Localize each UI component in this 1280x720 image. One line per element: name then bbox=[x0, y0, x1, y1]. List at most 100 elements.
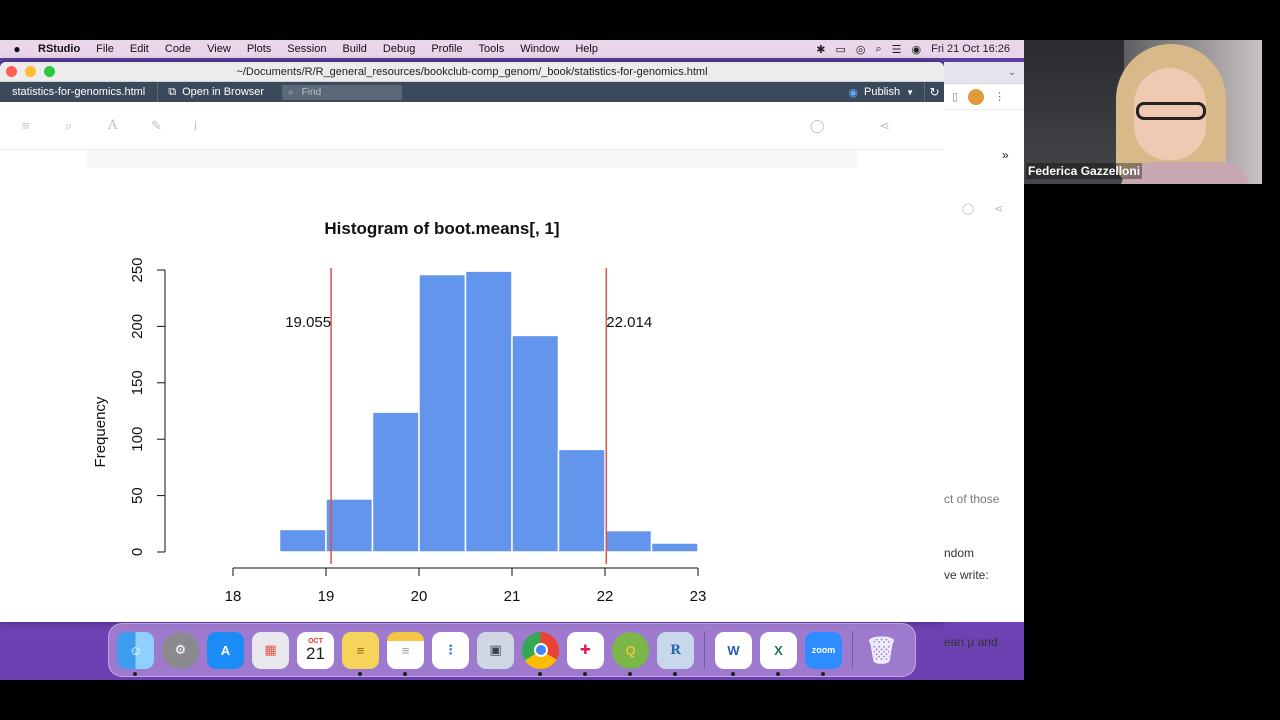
apple-icon[interactable]: ● bbox=[0, 42, 34, 56]
launchpad-icon[interactable]: ▦ bbox=[252, 631, 289, 669]
github-icon[interactable]: ◯ bbox=[810, 118, 853, 134]
viewer-toolbar: statistics-for-genomics.html ⧉ Open in B… bbox=[0, 82, 944, 102]
edit-icon[interactable]: ✎ bbox=[151, 118, 194, 134]
share-icon[interactable]: ⋖ bbox=[879, 118, 922, 134]
search-icon: ⌕ bbox=[288, 86, 294, 98]
zoom-label: zoom bbox=[811, 645, 836, 655]
menu-datetime[interactable]: Fri 21 Oct 16:26 bbox=[931, 43, 1010, 55]
percentile-label: 22.014 bbox=[606, 314, 652, 331]
slack-icon[interactable]: ✚ bbox=[567, 631, 604, 676]
menu-bar-tray: ✱ ▭ ◎ ⌕ ☰ ◉ Fri 21 Oct 16:26 bbox=[816, 43, 1024, 56]
toc-menu-icon[interactable]: ≡ bbox=[22, 118, 65, 133]
reminders-icon[interactable]: ⋮ bbox=[432, 631, 469, 669]
screen: ● RStudio File Edit Code View Plots Sess… bbox=[0, 0, 1280, 720]
avatar[interactable] bbox=[968, 88, 985, 105]
chart-title: Histogram of boot.means[, 1] bbox=[324, 219, 559, 238]
y-axis-label: Frequency bbox=[92, 396, 109, 467]
menu-app-name[interactable]: RStudio bbox=[34, 43, 88, 55]
calendar-day: 21 bbox=[306, 644, 325, 663]
menu-view[interactable]: View bbox=[199, 43, 239, 55]
menu-build[interactable]: Build bbox=[334, 43, 374, 55]
refresh-button[interactable]: ↻ bbox=[924, 82, 944, 102]
find-placeholder: Find bbox=[301, 86, 322, 98]
share-icon[interactable]: ⋖ bbox=[994, 202, 1003, 215]
more-options-icon[interactable]: ⋮ bbox=[994, 90, 1005, 103]
bluetooth-icon[interactable]: ✱ bbox=[816, 43, 825, 56]
dock-separator bbox=[704, 631, 705, 669]
menu-bar: ● RStudio File Edit Code View Plots Sess… bbox=[0, 40, 1024, 58]
notes-icon[interactable]: ≡ bbox=[387, 631, 424, 676]
search-book-icon[interactable]: ⌕ bbox=[65, 118, 108, 134]
find-input[interactable]: ⌕ Find bbox=[282, 84, 403, 100]
refresh-icon: ↻ bbox=[929, 85, 940, 99]
app-store-icon[interactable]: A bbox=[207, 631, 244, 669]
rstudio-icon[interactable]: R bbox=[657, 631, 694, 676]
page-text-snippet: ean μ and bbox=[944, 635, 998, 649]
page-text-snippet: ndom bbox=[944, 546, 975, 560]
expand-icon[interactable]: » bbox=[1002, 148, 1009, 162]
histogram-bar bbox=[418, 273, 467, 553]
spotlight-search-icon[interactable]: ⌕ bbox=[875, 43, 881, 56]
background-browser-window: ⌄ ▯ ⋮ » ◯ ⋖ ct of those ndom ve write: e… bbox=[944, 62, 1024, 649]
menu-file[interactable]: File bbox=[88, 43, 122, 55]
viewer-file-tab[interactable]: statistics-for-genomics.html bbox=[0, 82, 159, 102]
participant-name: Federica Gazzelloni bbox=[1026, 163, 1143, 179]
histogram-bar bbox=[557, 448, 606, 553]
y-tick-label: 200 bbox=[129, 314, 146, 339]
y-tick-label: 150 bbox=[129, 370, 146, 395]
book-toolbar: ≡ ⌕ A ✎ i ◯ ⋖ bbox=[0, 102, 944, 150]
y-tick-label: 50 bbox=[129, 487, 146, 504]
histogram-bar bbox=[278, 528, 327, 553]
y-tick-label: 250 bbox=[129, 257, 146, 282]
window-title: ~/Documents/R/R_general_resources/bookcl… bbox=[236, 65, 708, 78]
x-tick-label: 20 bbox=[411, 588, 428, 602]
y-tick-label: 100 bbox=[129, 427, 146, 452]
dock: ☺ ⚙ A ▦ OCT 21 ≡ ≡ ⋮ ▣ ✚ Q R W X zoom 🗑 bbox=[108, 623, 916, 677]
menu-profile[interactable]: Profile bbox=[423, 43, 470, 55]
menu-plots[interactable]: Plots bbox=[239, 43, 279, 55]
github-icon[interactable]: ◯ bbox=[962, 202, 974, 215]
trash-icon[interactable]: 🗑 bbox=[863, 632, 900, 669]
open-in-browser-button[interactable]: ⧉ Open in Browser bbox=[158, 86, 274, 99]
finder-icon[interactable]: ☺ bbox=[117, 631, 154, 676]
word-icon[interactable]: W bbox=[715, 631, 752, 676]
open-in-browser-label: Open in Browser bbox=[182, 86, 265, 98]
page-text-snippet: ve write: bbox=[944, 568, 989, 582]
menu-session[interactable]: Session bbox=[279, 43, 334, 55]
siri-icon[interactable]: ◉ bbox=[912, 43, 922, 56]
menu-window[interactable]: Window bbox=[512, 43, 567, 55]
stickies-icon[interactable]: ≡ bbox=[342, 631, 379, 676]
font-settings-icon[interactable]: A bbox=[108, 118, 151, 133]
excel-icon[interactable]: X bbox=[760, 631, 797, 676]
menu-code[interactable]: Code bbox=[157, 43, 199, 55]
qgis-icon[interactable]: Q bbox=[612, 631, 649, 676]
y-tick-label: 0 bbox=[129, 548, 146, 556]
control-center-icon[interactable]: ☰ bbox=[892, 43, 902, 56]
menu-tools[interactable]: Tools bbox=[471, 43, 513, 55]
menu-edit[interactable]: Edit bbox=[122, 43, 157, 55]
publish-button[interactable]: ◉ Publish ▼ bbox=[848, 86, 924, 99]
menu-debug[interactable]: Debug bbox=[375, 43, 423, 55]
x-tick-label: 21 bbox=[504, 588, 521, 602]
screen-mirroring-icon[interactable]: ◎ bbox=[856, 43, 866, 56]
dock-separator bbox=[852, 631, 853, 669]
menu-help[interactable]: Help bbox=[567, 43, 606, 55]
battery-icon[interactable]: ▭ bbox=[835, 43, 845, 56]
percentile-label: 19.055 bbox=[285, 314, 331, 331]
x-tick-label: 19 bbox=[318, 588, 335, 602]
calendar-icon[interactable]: OCT 21 bbox=[297, 631, 334, 669]
sidebar-icon[interactable]: ▯ bbox=[952, 90, 958, 103]
chevron-down-icon[interactable]: ⌄ bbox=[1008, 67, 1016, 78]
x-tick-label: 23 bbox=[690, 588, 707, 602]
preview-icon[interactable]: ▣ bbox=[477, 631, 514, 669]
rstudio-viewer-window: ~/Documents/R/R_general_resources/bookcl… bbox=[0, 62, 944, 622]
system-preferences-icon[interactable]: ⚙ bbox=[162, 631, 199, 669]
book-toolbar-right: ◯ ⋖ bbox=[810, 118, 944, 134]
chevron-down-icon: ▼ bbox=[906, 87, 914, 97]
webcam-video-tile: Federica Gazzelloni bbox=[1024, 40, 1262, 184]
zoom-icon[interactable]: zoom bbox=[805, 631, 842, 676]
chrome-icon[interactable] bbox=[522, 631, 559, 676]
browser-tab-strip: ⌄ bbox=[944, 62, 1024, 84]
histogram-bar bbox=[650, 542, 699, 553]
info-icon[interactable]: i bbox=[194, 118, 237, 133]
